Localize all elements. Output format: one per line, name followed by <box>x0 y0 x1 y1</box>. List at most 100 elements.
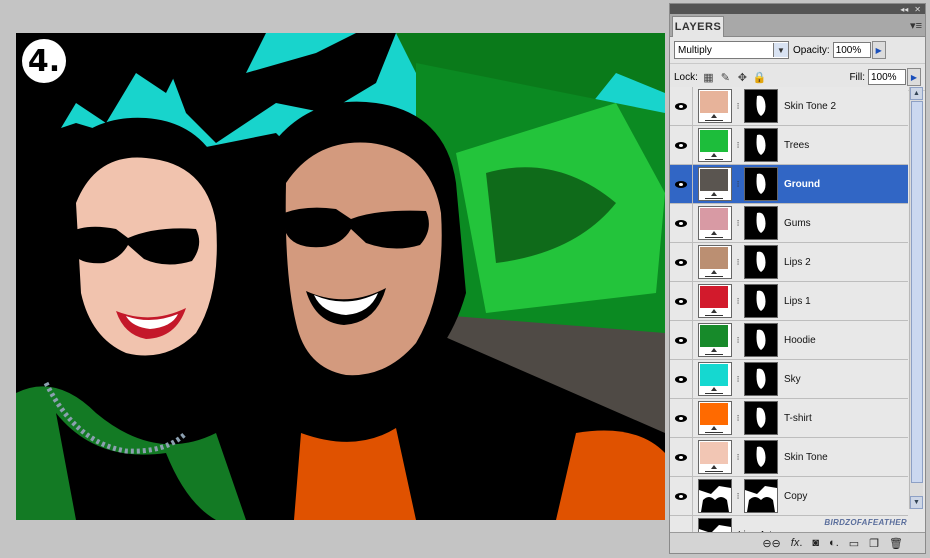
opacity-slider-button[interactable]: ▶ <box>871 41 886 59</box>
link-chain-icon[interactable]: ⁝ <box>732 335 744 346</box>
blend-mode-select[interactable]: Multiply ▼ <box>674 41 789 59</box>
color-fill-thumbnail[interactable] <box>698 128 732 162</box>
layers-panel: ◂◂ ✕ LAYERS ▾≡ Multiply ▼ Opacity: 100% … <box>669 3 926 554</box>
layer-row[interactable]: ⁝ Skin Tone <box>670 438 908 477</box>
mask-icon[interactable]: ◙ <box>812 537 819 549</box>
layer-mask-thumbnail[interactable] <box>744 245 778 279</box>
layer-row[interactable]: ⁝ Ground <box>670 165 908 204</box>
fill-field[interactable]: 100% <box>868 69 906 85</box>
link-chain-icon[interactable]: ⁝ <box>732 101 744 112</box>
lock-label: Lock: <box>674 71 698 83</box>
layer-name: Ground <box>784 178 821 190</box>
pixel-layer-thumbnail[interactable] <box>744 479 778 513</box>
color-fill-thumbnail[interactable] <box>698 284 732 318</box>
opacity-field[interactable]: 100% <box>832 42 871 58</box>
link-chain-icon[interactable]: ⁝ <box>732 491 744 502</box>
layer-row[interactable]: ⁝ Skin Tone 2 <box>670 87 908 126</box>
pixel-layer-thumbnail[interactable] <box>698 479 732 513</box>
layer-name: Gums <box>784 217 811 229</box>
layer-name: Hoodie <box>784 334 816 346</box>
color-fill-thumbnail[interactable] <box>698 206 732 240</box>
layer-mask-thumbnail[interactable] <box>744 284 778 318</box>
layer-row[interactable]: ⁝ Hoodie <box>670 321 908 360</box>
layer-row[interactable]: ⁝ Gums <box>670 204 908 243</box>
eye-visibility-icon[interactable] <box>670 126 693 164</box>
trash-icon[interactable]: 🗑 <box>889 537 903 550</box>
layer-mask-thumbnail[interactable] <box>744 401 778 435</box>
adjustment-icon[interactable]: ◐. <box>829 537 839 549</box>
eye-visibility-icon[interactable] <box>670 243 693 281</box>
link-icon[interactable]: ⊖⊖ <box>762 537 780 550</box>
blend-mode-value: Multiply <box>678 44 712 56</box>
color-fill-thumbnail[interactable] <box>698 245 732 279</box>
eye-visibility-icon[interactable] <box>670 360 693 398</box>
lock-position-icon[interactable]: ✥ <box>736 71 749 84</box>
lock-all-icon[interactable]: 🔒 <box>753 71 767 84</box>
eye-visibility-icon[interactable] <box>670 516 693 533</box>
lock-transparency-icon[interactable]: ▦ <box>702 71 715 84</box>
fill-slider-button[interactable]: ▶ <box>907 68 921 86</box>
scroll-down-icon[interactable]: ▼ <box>910 496 923 509</box>
layer-row[interactable]: ⁝ Trees <box>670 126 908 165</box>
layers-scrollbar[interactable]: ▲ ▼ <box>909 87 923 509</box>
eye-visibility-icon[interactable] <box>670 282 693 320</box>
layer-row[interactable]: ⁝ Sky <box>670 360 908 399</box>
layer-mask-thumbnail[interactable] <box>744 440 778 474</box>
layer-row[interactable]: ⁝ Lips 1 <box>670 282 908 321</box>
link-chain-icon[interactable]: ⁝ <box>732 179 744 190</box>
layer-mask-thumbnail[interactable] <box>744 206 778 240</box>
layer-mask-thumbnail[interactable] <box>744 362 778 396</box>
layer-mask-thumbnail[interactable] <box>744 128 778 162</box>
eye-visibility-icon[interactable] <box>670 399 693 437</box>
link-chain-icon[interactable]: ⁝ <box>732 140 744 151</box>
link-chain-icon[interactable]: ⁝ <box>732 296 744 307</box>
color-fill-thumbnail[interactable] <box>698 167 732 201</box>
eye-visibility-icon[interactable] <box>670 321 693 359</box>
layer-name: T-shirt <box>784 412 812 424</box>
panel-menu-icon[interactable]: ▾≡ <box>910 19 922 32</box>
layer-row[interactable]: ⁝ Lips 2 <box>670 243 908 282</box>
scrollbar-thumb[interactable] <box>911 101 923 483</box>
collapse-icon[interactable]: ◂◂ <box>900 5 908 14</box>
eye-visibility-icon[interactable] <box>670 204 693 242</box>
close-icon[interactable]: ✕ <box>914 5 921 14</box>
link-chain-icon[interactable]: ⁝ <box>732 374 744 385</box>
panel-title-bar: ◂◂ ✕ <box>670 4 925 14</box>
eye-visibility-icon[interactable] <box>670 477 693 515</box>
new-layer-icon[interactable]: ❐ <box>869 537 879 550</box>
color-fill-thumbnail[interactable] <box>698 323 732 357</box>
layer-mask-thumbnail[interactable] <box>744 323 778 357</box>
color-fill-thumbnail[interactable] <box>698 401 732 435</box>
fill-label: Fill: <box>849 71 865 83</box>
pixel-layer-thumbnail[interactable] <box>698 518 732 533</box>
fx-icon[interactable]: fx. <box>791 537 803 549</box>
link-chain-icon[interactable]: ⁝ <box>732 218 744 229</box>
watermark-logo: BIRDZOFAFEATHER <box>824 518 907 527</box>
layer-name: Copy <box>784 490 808 502</box>
artwork-image <box>16 33 665 520</box>
layer-row[interactable]: ⁝ T-shirt <box>670 399 908 438</box>
link-chain-icon[interactable]: ⁝ <box>732 452 744 463</box>
panel-tab-strip: LAYERS ▾≡ <box>670 14 925 37</box>
blend-row: Multiply ▼ Opacity: 100% ▶ <box>670 37 925 64</box>
document-canvas[interactable]: 4. <box>16 33 665 520</box>
layer-row[interactable]: ⁝ Copy <box>670 477 908 516</box>
folder-icon[interactable]: ▭ <box>849 537 859 550</box>
tab-layers[interactable]: LAYERS <box>672 16 724 37</box>
link-chain-icon[interactable]: ⁝ <box>732 413 744 424</box>
lock-pixels-icon[interactable]: ✎ <box>719 71 732 84</box>
layers-list: ⁝ Skin Tone 2 ⁝ Trees ⁝ Ground ⁝ Gums ⁝ Lips 2 ⁝ Li… <box>670 87 908 533</box>
eye-visibility-icon[interactable] <box>670 165 693 203</box>
scroll-up-icon[interactable]: ▲ <box>910 87 923 100</box>
eye-visibility-icon[interactable] <box>670 438 693 476</box>
color-fill-thumbnail[interactable] <box>698 440 732 474</box>
chevron-down-icon: ▼ <box>773 43 788 57</box>
color-fill-thumbnail[interactable] <box>698 89 732 123</box>
eye-visibility-icon[interactable] <box>670 87 693 125</box>
layer-mask-thumbnail[interactable] <box>744 167 778 201</box>
link-chain-icon[interactable]: ⁝ <box>732 257 744 268</box>
layer-name: Skin Tone <box>784 451 828 463</box>
layer-mask-thumbnail[interactable] <box>744 89 778 123</box>
color-fill-thumbnail[interactable] <box>698 362 732 396</box>
layers-bottom-toolbar: ⊖⊖ fx. ◙ ◐. ▭ ❐ 🗑 <box>670 532 925 553</box>
